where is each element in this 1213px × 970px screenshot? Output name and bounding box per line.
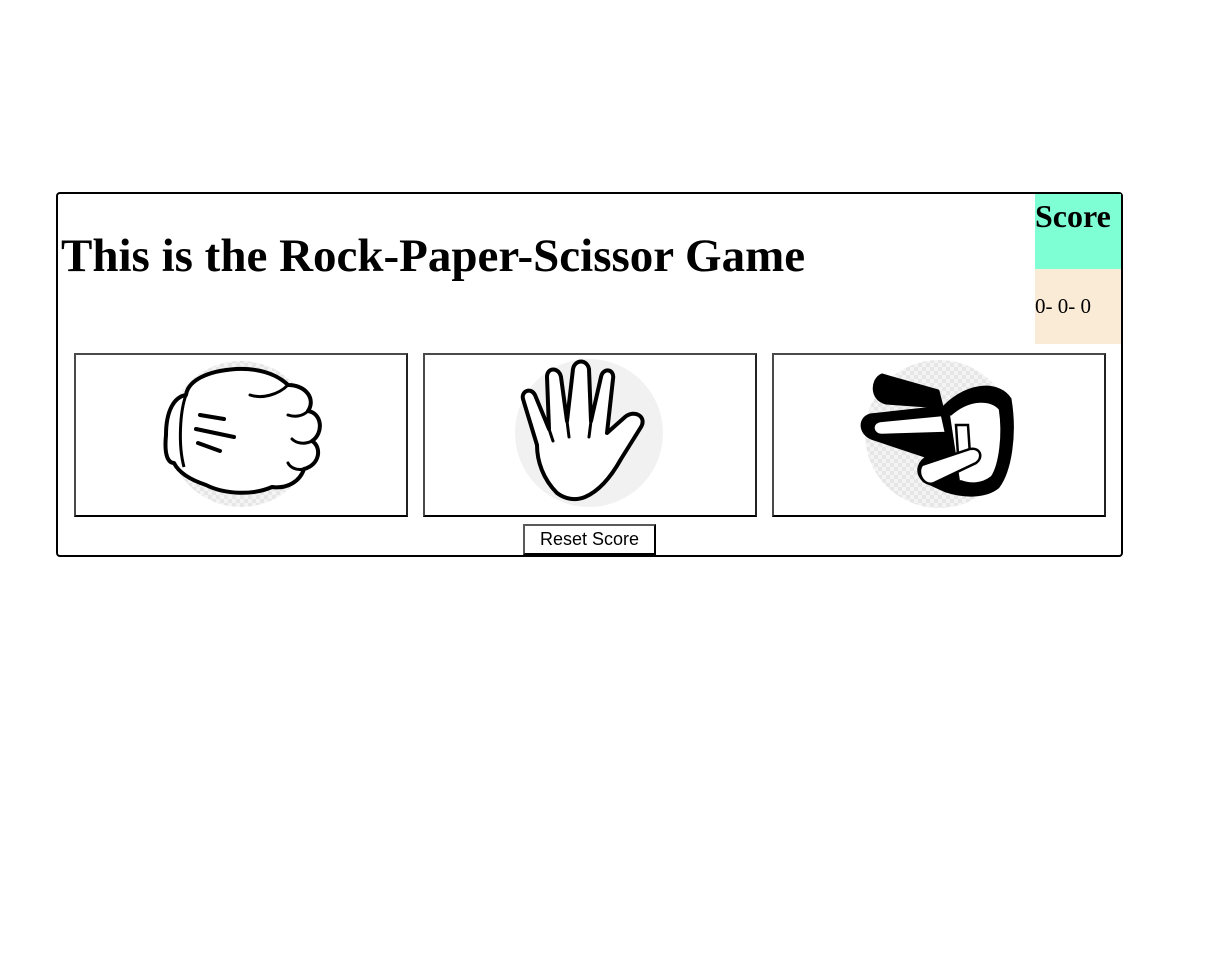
game-container: This is the Rock-Paper-Scissor Game Scor… — [56, 192, 1123, 557]
reset-score-button[interactable]: Reset Score — [523, 524, 656, 555]
scissor-choice-button[interactable] — [772, 353, 1106, 517]
score-header: Score — [1035, 194, 1121, 269]
score-value: 0- 0- 0 — [1035, 269, 1121, 344]
rock-choice-button[interactable] — [74, 353, 408, 517]
paper-choice-button[interactable] — [423, 353, 757, 517]
score-panel: Score 0- 0- 0 — [1035, 194, 1121, 344]
rock-fist-icon — [163, 361, 322, 507]
paper-open-hand-icon — [515, 359, 663, 507]
scissor-two-fingers-icon — [860, 360, 1014, 508]
page-title: This is the Rock-Paper-Scissor Game — [61, 230, 806, 282]
